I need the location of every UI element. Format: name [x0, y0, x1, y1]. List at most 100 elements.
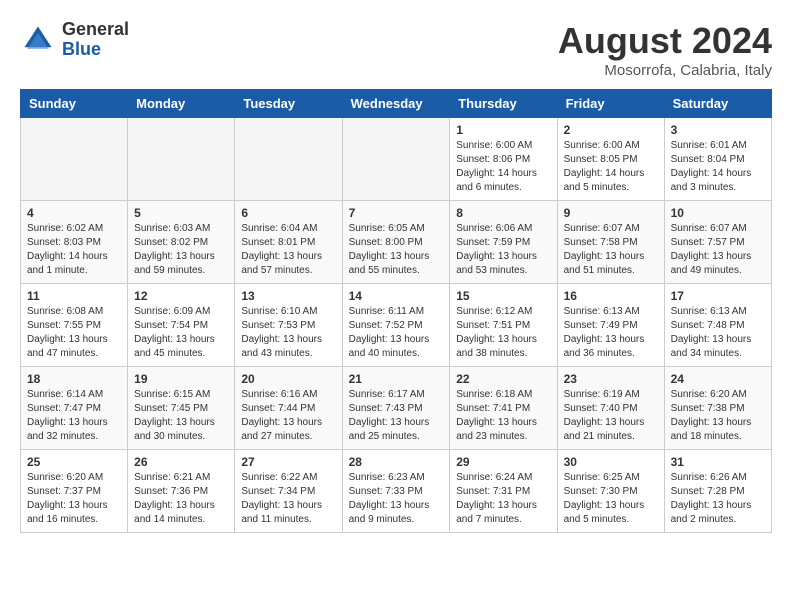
- day-number: 3: [671, 123, 765, 137]
- calendar-cell: 31 Sunrise: 6:26 AM Sunset: 7:28 PM Dayli…: [664, 450, 771, 533]
- day-detail: Sunrise: 6:02 AM Sunset: 8:03 PM Dayligh…: [27, 222, 121, 278]
- day-number: 30: [564, 455, 658, 469]
- day-detail: Sunrise: 6:25 AM Sunset: 7:30 PM Dayligh…: [564, 471, 658, 527]
- day-number: 22: [456, 372, 550, 386]
- day-number: 28: [349, 455, 444, 469]
- day-number: 10: [671, 206, 765, 220]
- calendar-cell: 20 Sunrise: 6:16 AM Sunset: 7:44 PM Dayli…: [235, 367, 342, 450]
- calendar-cell: [342, 118, 450, 201]
- calendar-cell: 8 Sunrise: 6:06 AM Sunset: 7:59 PM Daylig…: [450, 201, 557, 284]
- calendar-cell: 1 Sunrise: 6:00 AM Sunset: 8:06 PM Daylig…: [450, 118, 557, 201]
- title-block: August 2024 Mosorrofa, Calabria, Italy: [558, 20, 772, 79]
- calendar-cell: 4 Sunrise: 6:02 AM Sunset: 8:03 PM Daylig…: [21, 201, 128, 284]
- calendar-cell: 23 Sunrise: 6:19 AM Sunset: 7:40 PM Dayli…: [557, 367, 664, 450]
- weekday-header-friday: Friday: [557, 90, 664, 118]
- week-row-4: 18 Sunrise: 6:14 AM Sunset: 7:47 PM Dayli…: [21, 367, 772, 450]
- day-number: 8: [456, 206, 550, 220]
- calendar-cell: 30 Sunrise: 6:25 AM Sunset: 7:30 PM Dayli…: [557, 450, 664, 533]
- day-detail: Sunrise: 6:10 AM Sunset: 7:53 PM Dayligh…: [241, 305, 335, 361]
- weekday-header-wednesday: Wednesday: [342, 90, 450, 118]
- calendar-cell: 6 Sunrise: 6:04 AM Sunset: 8:01 PM Daylig…: [235, 201, 342, 284]
- day-number: 2: [564, 123, 658, 137]
- day-number: 16: [564, 289, 658, 303]
- page-header: General Blue August 2024 Mosorrofa, Cala…: [20, 20, 772, 79]
- day-detail: Sunrise: 6:03 AM Sunset: 8:02 PM Dayligh…: [134, 222, 228, 278]
- day-number: 6: [241, 206, 335, 220]
- weekday-header-row: SundayMondayTuesdayWednesdayThursdayFrid…: [21, 90, 772, 118]
- weekday-header-sunday: Sunday: [21, 90, 128, 118]
- day-number: 26: [134, 455, 228, 469]
- day-detail: Sunrise: 6:13 AM Sunset: 7:49 PM Dayligh…: [564, 305, 658, 361]
- calendar-cell: 5Sunrise: 6:03 AM Sunset: 8:02 PM Daylig…: [128, 201, 235, 284]
- day-detail: Sunrise: 6:15 AM Sunset: 7:45 PM Dayligh…: [134, 388, 228, 444]
- day-detail: Sunrise: 6:17 AM Sunset: 7:43 PM Dayligh…: [349, 388, 444, 444]
- weekday-header-monday: Monday: [128, 90, 235, 118]
- calendar-cell: 9 Sunrise: 6:07 AM Sunset: 7:58 PM Daylig…: [557, 201, 664, 284]
- day-number: 21: [349, 372, 444, 386]
- day-detail: Sunrise: 6:14 AM Sunset: 7:47 PM Dayligh…: [27, 388, 121, 444]
- day-detail: Sunrise: 6:26 AM Sunset: 7:28 PM Dayligh…: [671, 471, 765, 527]
- calendar-table: SundayMondayTuesdayWednesdayThursdayFrid…: [20, 89, 772, 533]
- day-number: 13: [241, 289, 335, 303]
- day-detail: Sunrise: 6:05 AM Sunset: 8:00 PM Dayligh…: [349, 222, 444, 278]
- calendar-cell: [21, 118, 128, 201]
- day-number: 29: [456, 455, 550, 469]
- calendar-cell: 18 Sunrise: 6:14 AM Sunset: 7:47 PM Dayli…: [21, 367, 128, 450]
- calendar-cell: [128, 118, 235, 201]
- day-detail: Sunrise: 6:16 AM Sunset: 7:44 PM Dayligh…: [241, 388, 335, 444]
- day-number: 20: [241, 372, 335, 386]
- location: Mosorrofa, Calabria, Italy: [558, 62, 772, 79]
- calendar-cell: 25 Sunrise: 6:20 AM Sunset: 7:37 PM Dayli…: [21, 450, 128, 533]
- week-row-1: 1 Sunrise: 6:00 AM Sunset: 8:06 PM Daylig…: [21, 118, 772, 201]
- calendar-cell: 22 Sunrise: 6:18 AM Sunset: 7:41 PM Dayli…: [450, 367, 557, 450]
- calendar-cell: 12 Sunrise: 6:09 AM Sunset: 7:54 PM Dayli…: [128, 284, 235, 367]
- calendar-cell: 11Sunrise: 6:08 AM Sunset: 7:55 PM Dayli…: [21, 284, 128, 367]
- day-number: 12: [134, 289, 228, 303]
- calendar-cell: 13 Sunrise: 6:10 AM Sunset: 7:53 PM Dayli…: [235, 284, 342, 367]
- day-number: 31: [671, 455, 765, 469]
- day-number: 9: [564, 206, 658, 220]
- day-detail: Sunrise: 6:21 AM Sunset: 7:36 PM Dayligh…: [134, 471, 228, 527]
- calendar-cell: 27 Sunrise: 6:22 AM Sunset: 7:34 PM Dayli…: [235, 450, 342, 533]
- day-detail: Sunrise: 6:12 AM Sunset: 7:51 PM Dayligh…: [456, 305, 550, 361]
- day-number: 18: [27, 372, 121, 386]
- calendar-cell: 17 Sunrise: 6:13 AM Sunset: 7:48 PM Dayli…: [664, 284, 771, 367]
- day-number: 1: [456, 123, 550, 137]
- calendar-cell: [235, 118, 342, 201]
- day-detail: Sunrise: 6:18 AM Sunset: 7:41 PM Dayligh…: [456, 388, 550, 444]
- calendar-cell: 29Sunrise: 6:24 AM Sunset: 7:31 PM Dayli…: [450, 450, 557, 533]
- day-number: 27: [241, 455, 335, 469]
- day-detail: Sunrise: 6:00 AM Sunset: 8:05 PM Dayligh…: [564, 139, 658, 195]
- week-row-5: 25 Sunrise: 6:20 AM Sunset: 7:37 PM Dayli…: [21, 450, 772, 533]
- day-detail: Sunrise: 6:19 AM Sunset: 7:40 PM Dayligh…: [564, 388, 658, 444]
- day-detail: Sunrise: 6:08 AM Sunset: 7:55 PM Dayligh…: [27, 305, 121, 361]
- day-number: 19: [134, 372, 228, 386]
- day-detail: Sunrise: 6:04 AM Sunset: 8:01 PM Dayligh…: [241, 222, 335, 278]
- day-detail: Sunrise: 6:09 AM Sunset: 7:54 PM Dayligh…: [134, 305, 228, 361]
- calendar-cell: 24Sunrise: 6:20 AM Sunset: 7:38 PM Dayli…: [664, 367, 771, 450]
- weekday-header-saturday: Saturday: [664, 90, 771, 118]
- calendar-cell: 19 Sunrise: 6:15 AM Sunset: 7:45 PM Dayli…: [128, 367, 235, 450]
- day-number: 25: [27, 455, 121, 469]
- day-detail: Sunrise: 6:20 AM Sunset: 7:37 PM Dayligh…: [27, 471, 121, 527]
- calendar-cell: 7Sunrise: 6:05 AM Sunset: 8:00 PM Daylig…: [342, 201, 450, 284]
- calendar-cell: 28 Sunrise: 6:23 AM Sunset: 7:33 PM Dayli…: [342, 450, 450, 533]
- day-detail: Sunrise: 6:23 AM Sunset: 7:33 PM Dayligh…: [349, 471, 444, 527]
- weekday-header-thursday: Thursday: [450, 90, 557, 118]
- day-detail: Sunrise: 6:00 AM Sunset: 8:06 PM Dayligh…: [456, 139, 550, 195]
- calendar-cell: 2 Sunrise: 6:00 AM Sunset: 8:05 PM Daylig…: [557, 118, 664, 201]
- day-detail: Sunrise: 6:13 AM Sunset: 7:48 PM Dayligh…: [671, 305, 765, 361]
- day-number: 23: [564, 372, 658, 386]
- day-number: 17: [671, 289, 765, 303]
- week-row-3: 11Sunrise: 6:08 AM Sunset: 7:55 PM Dayli…: [21, 284, 772, 367]
- day-detail: Sunrise: 6:22 AM Sunset: 7:34 PM Dayligh…: [241, 471, 335, 527]
- day-detail: Sunrise: 6:06 AM Sunset: 7:59 PM Dayligh…: [456, 222, 550, 278]
- day-number: 4: [27, 206, 121, 220]
- week-row-2: 4 Sunrise: 6:02 AM Sunset: 8:03 PM Daylig…: [21, 201, 772, 284]
- logo: General Blue: [20, 20, 129, 60]
- logo-text: General Blue: [62, 20, 129, 60]
- calendar-cell: 15Sunrise: 6:12 AM Sunset: 7:51 PM Dayli…: [450, 284, 557, 367]
- logo-icon: [20, 22, 56, 58]
- day-detail: Sunrise: 6:07 AM Sunset: 7:58 PM Dayligh…: [564, 222, 658, 278]
- calendar-cell: 14Sunrise: 6:11 AM Sunset: 7:52 PM Dayli…: [342, 284, 450, 367]
